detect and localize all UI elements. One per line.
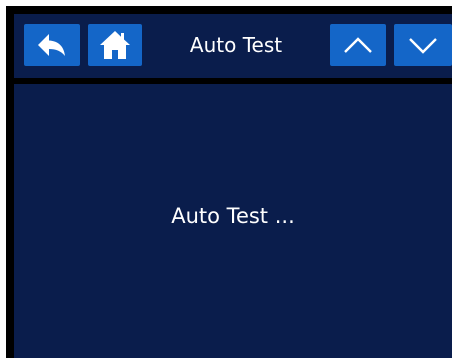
page-title: Auto Test (189, 33, 283, 57)
back-button[interactable] (24, 24, 80, 66)
device-screen: Auto Test Auto Test ... (6, 6, 452, 358)
scroll-down-button[interactable] (394, 24, 452, 66)
chevron-down-icon (408, 36, 438, 54)
status-message: Auto Test ... (171, 204, 295, 228)
back-arrow-icon (37, 33, 67, 57)
scroll-up-button[interactable] (330, 24, 386, 66)
chevron-up-icon (343, 36, 373, 54)
header-bar: Auto Test (14, 14, 452, 78)
content-panel: Auto Test ... (14, 84, 452, 358)
home-button[interactable] (88, 24, 142, 66)
home-icon (99, 30, 131, 60)
